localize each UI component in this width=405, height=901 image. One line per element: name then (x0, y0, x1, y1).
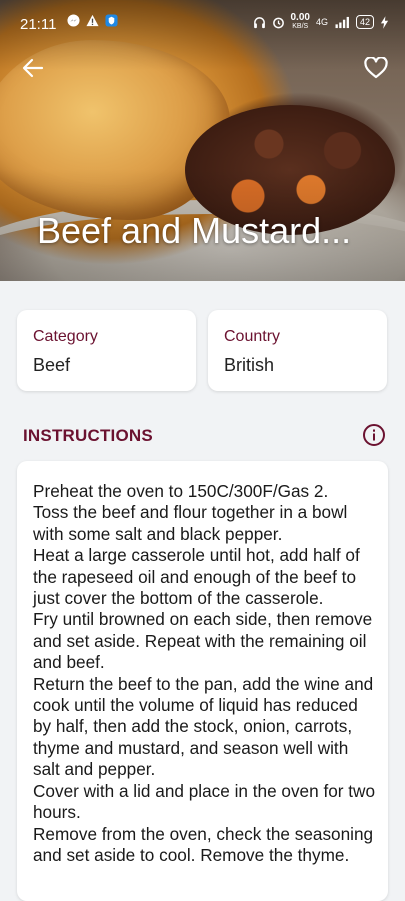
recipe-hero-image: 21:11 0.00 KB/S 4G 42 Beef and Mustard..… (0, 0, 405, 281)
instructions-heading: INSTRUCTIONS (23, 426, 153, 445)
favorite-button[interactable] (362, 54, 390, 82)
recipe-title: Beef and Mustard... (37, 210, 352, 251)
signal-icon (335, 16, 349, 28)
warning-icon (86, 14, 99, 27)
instructions-card: Preheat the oven to 150C/300F/Gas 2. Tos… (17, 461, 388, 901)
category-label: Category (33, 328, 98, 345)
network-type: 4G (315, 17, 328, 27)
messenger-icon (67, 14, 80, 27)
status-bar: 21:11 0.00 KB/S 4G 42 (0, 0, 405, 38)
category-card: Category Beef (17, 310, 196, 391)
country-card: Country British (208, 310, 387, 391)
back-button[interactable] (19, 54, 47, 82)
battery-indicator: 42 (355, 15, 374, 29)
country-value: British (224, 355, 275, 375)
vpn-shield-icon (105, 14, 118, 27)
status-time: 21:11 (20, 16, 57, 33)
alarm-icon (272, 17, 284, 28)
headphones-icon (253, 16, 265, 28)
instructions-text: Preheat the oven to 150C/300F/Gas 2. Tos… (33, 481, 376, 865)
info-icon[interactable] (362, 423, 386, 447)
arrow-left-icon (22, 58, 44, 78)
heart-outline-icon (364, 57, 388, 79)
country-label: Country (224, 328, 281, 345)
charging-icon (380, 15, 389, 29)
network-speed: 0.00 KB/S (290, 12, 310, 31)
category-value: Beef (33, 355, 71, 375)
